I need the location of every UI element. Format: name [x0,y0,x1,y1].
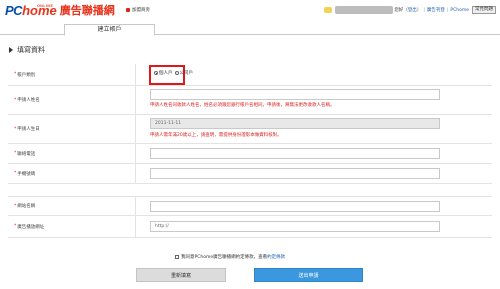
account-type-radio-group: 個人戶 公司戶 [154,70,193,76]
tab-create-account[interactable]: 建立帳戶 [64,24,155,36]
mobile-label-text: 手機號碼 [17,171,36,177]
join-badge[interactable]: 加盟商旁 [126,7,150,13]
ad-console-link[interactable]: 廣告刊登 [427,7,445,13]
phone-label-text: 聯絡電話 [17,151,36,157]
radio-company-label[interactable]: 公司戶 [180,70,194,76]
site-name-label-text: 網站名稱 [17,204,36,209]
required-mark: * [14,97,17,103]
site-name-label: * 網站名稱 [8,197,136,215]
applicant-name-label: * 申請人姓名 [8,86,136,114]
radio-personal-label[interactable]: 個人戶 [159,70,173,76]
ad-url-content: http:// [148,216,492,237]
join-label: 加盟商旁 [132,8,150,13]
separator: | [446,7,449,13]
user-greeting: 您好 [394,8,404,13]
radio-company[interactable] [174,71,179,75]
section-title-text: 填寫資料 [17,46,45,54]
mobile-content [148,164,492,183]
site-name-content [148,197,492,215]
radio-personal[interactable] [154,71,158,75]
birthday-label: * 申請人生日 [8,115,136,143]
birthday-content: 2011-11-11 申請人需年滿20歲以上，請查明，需提供身份證影本做資料核對… [148,115,492,143]
tab-bar: 建立帳戶 [0,22,500,36]
paren-close: ） [416,8,422,13]
row-phone: * 聯絡電話 [8,144,492,164]
agreement-text: 我同意PChome廣告聯播網約定條款，查看 [181,255,268,260]
reset-button[interactable]: 重新填寫 [136,268,226,282]
triangle-right-icon [9,47,13,53]
required-mark: * [14,171,17,176]
row-mobile: * 手機號碼 [8,164,492,184]
user-area: 您好 （ 登出 ） | 廣告刊登 | PChome 常見問題 [324,5,496,15]
row-applicant-name: * 申請人姓名 申請人姓名同收款人姓名，姓名必須跟您銀行帳戶名相同，申請後，將無… [8,86,492,115]
help-button[interactable]: 常見問題 [472,6,496,14]
ad-url-label: * 廣告播放網址 [8,216,136,237]
join-dot-icon [126,8,130,12]
phone-label: * 聯絡電話 [8,144,136,163]
site-title: 廣告聯播網 [59,4,115,17]
applicant-name-error: 申請人姓名同收款人姓名，姓名必須跟您銀行帳戶名相同，申請後，將無法更改收款人名稱… [150,103,335,108]
required-mark: * [14,224,17,229]
birthday-label-text: 申請人生日 [17,127,40,132]
terms-link[interactable]: 約定條款 [267,254,285,260]
top-header: PC ONLINE home 廣告聯播網 加盟商旁 您好 （ 登出 ） | 廣告… [0,0,500,22]
birthday-input[interactable]: 2011-11-11 [150,118,440,129]
applicant-name-label-text: 申請人姓名 [17,98,40,103]
row-birthday: * 申請人生日 2011-11-11 申請人需年滿20歲以上，請查明，需提供身份… [8,115,492,144]
account-type-label-text: 帳戶類別 [17,72,36,78]
phone-content [148,144,492,163]
logout-link[interactable]: 登出 [408,7,417,13]
account-type-label: * 帳戶類別 [8,64,136,85]
mobile-label: * 手機號碼 [8,164,136,183]
required-mark: * [14,72,17,77]
user-name-masked [335,6,394,14]
required-mark: * [14,203,17,209]
site-name-input[interactable] [150,201,440,212]
separator: | [423,7,425,13]
pchome-link[interactable]: PChome [450,8,469,13]
ad-url-input[interactable]: http:// [150,221,440,232]
user-icon [324,7,333,13]
agreement-checkbox[interactable] [175,255,179,259]
birthday-error: 申請人需年滿20歲以上，請查明，需提供身份證影本做資料核對。 [150,133,282,138]
agreement: 我同意PChome廣告聯播網約定條款，查看 約定條款 [175,254,285,260]
account-type-options: 個人戶 公司戶 [148,64,492,85]
required-mark: * [14,126,17,132]
applicant-name-content: 申請人姓名同收款人姓名，姓名必須跟您銀行帳戶名相同，申請後，將無法更改收款人名稱… [148,86,492,114]
ad-url-label-text: 廣告播放網址 [17,224,45,230]
section-title: 填寫資料 [9,45,45,55]
logo-pc-text: PC [5,3,23,18]
applicant-name-input[interactable] [150,89,440,100]
mobile-input[interactable] [150,168,440,179]
row-account-type: * 帳戶類別 個人戶 公司戶 [8,64,492,86]
row-ad-url: * 廣告播放網址 http:// [8,216,492,238]
pchome-logo[interactable]: PC ONLINE home 廣告聯播網 [5,3,115,17]
phone-input[interactable] [150,148,440,159]
required-mark: * [14,151,17,156]
logo-online-text: ONLINE [37,4,54,8]
logo-home-text: ONLINE home [22,4,57,17]
submit-button[interactable]: 送出申請 [254,268,363,282]
row-site-name: * 網站名稱 [8,196,492,216]
